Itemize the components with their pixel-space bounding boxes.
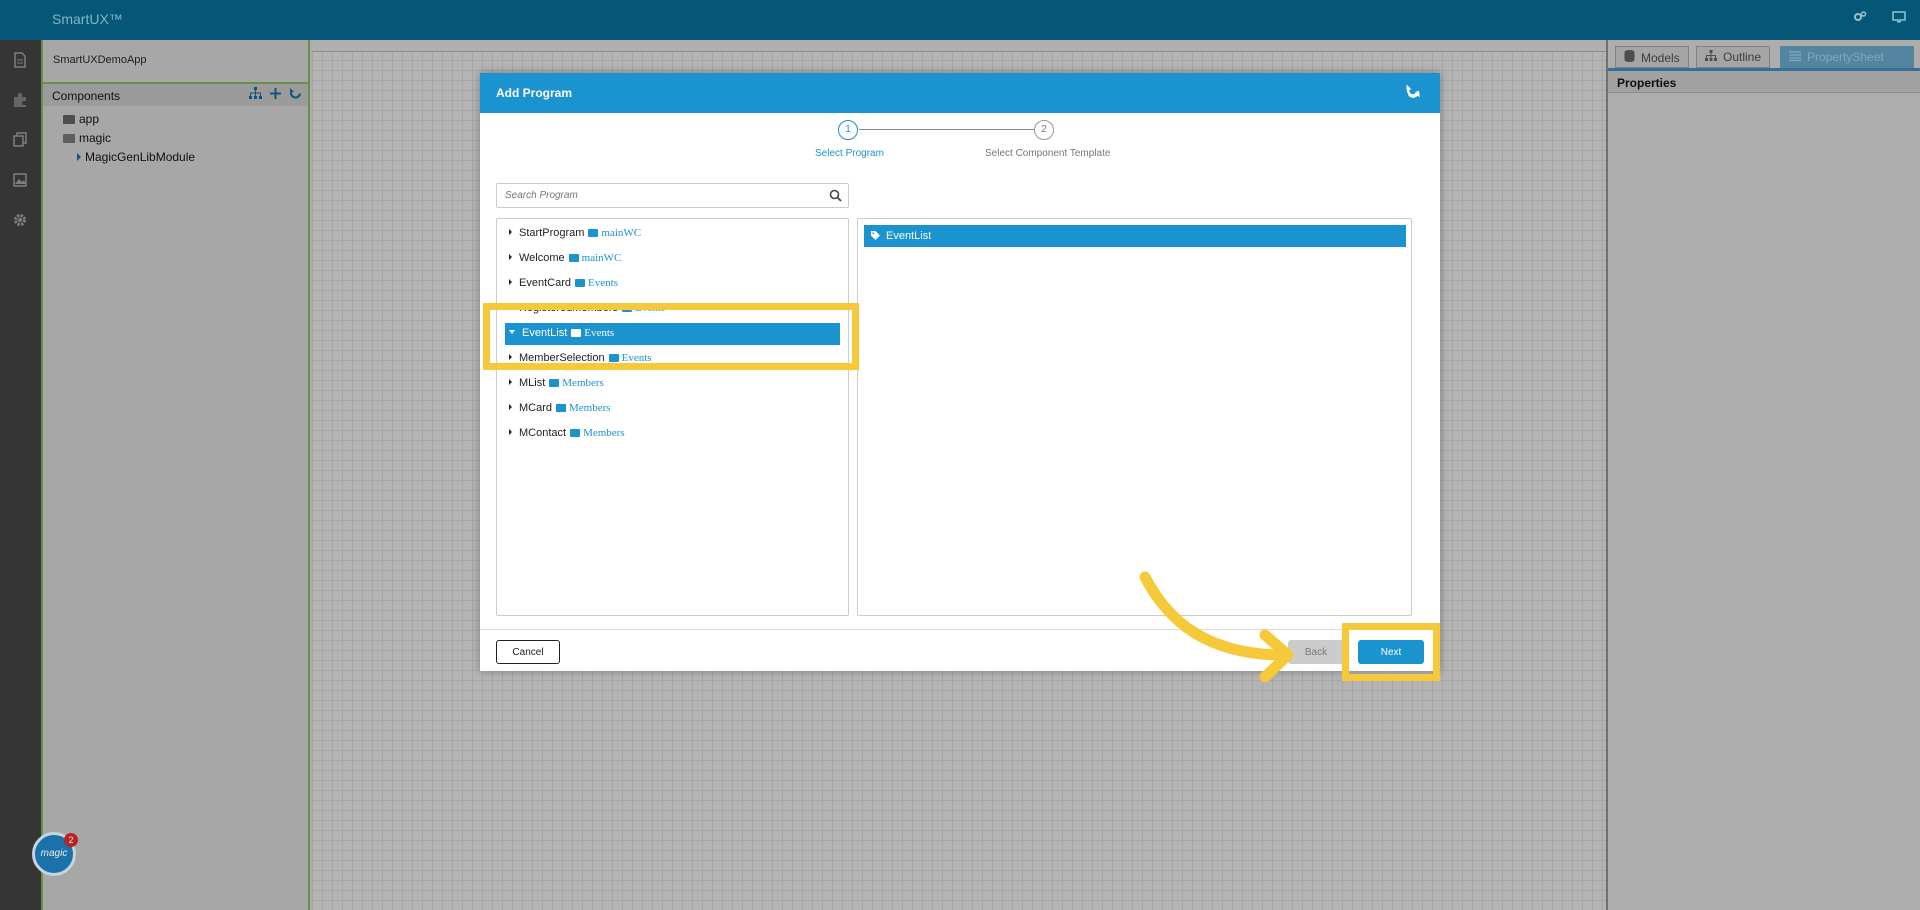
- tree-item-magicgenlibmodule[interactable]: MagicGenLibModule: [77, 150, 195, 164]
- components-header: Components: [43, 82, 308, 106]
- sitemap-icon: [1705, 50, 1717, 64]
- caret-right-icon: [509, 379, 512, 385]
- database-icon: [1624, 50, 1635, 65]
- puzzle-icon[interactable]: [10, 92, 30, 112]
- list-item-selected[interactable]: EventList Events: [505, 323, 840, 345]
- app-name: SmartUXDemoApp: [53, 54, 147, 66]
- tree-item-app[interactable]: app: [63, 112, 99, 126]
- list-item[interactable]: EventCard Events: [505, 273, 840, 295]
- caret-down-icon: [509, 330, 515, 334]
- list-item[interactable]: Welcome mainWC: [505, 248, 840, 270]
- folder-icon: [568, 254, 579, 262]
- copy-icon[interactable]: [10, 132, 30, 152]
- list-item[interactable]: MList Members: [505, 373, 840, 395]
- step-1-label: Select Program: [815, 148, 884, 159]
- list-item[interactable]: MemberSelection Events: [505, 348, 840, 370]
- step-2-circle: 2: [1034, 120, 1054, 140]
- caret-right-icon: [509, 404, 512, 410]
- next-button[interactable]: Next: [1358, 640, 1424, 664]
- list-icon: [1789, 50, 1801, 64]
- caret-right-icon: [509, 354, 512, 360]
- folder-icon: [588, 229, 599, 237]
- program-list: StartProgram mainWC Welcome mainWC EventCa…: [496, 218, 849, 616]
- caret-right-icon: [77, 153, 81, 161]
- list-item[interactable]: MContact Members: [505, 423, 840, 445]
- tab-models[interactable]: Models: [1615, 46, 1689, 68]
- properties-header: Properties: [1608, 71, 1920, 93]
- monitor-icon[interactable]: [1889, 10, 1909, 30]
- template-panel: EventList: [857, 218, 1412, 616]
- back-button[interactable]: Back: [1288, 640, 1344, 664]
- notification-badge: 2: [64, 833, 78, 847]
- selected-program-row[interactable]: EventList: [864, 225, 1406, 247]
- folder-icon: [571, 329, 582, 337]
- add-program-dialog: Add Program 1 2 Select Program Select Co…: [480, 73, 1440, 671]
- folder-icon: [570, 429, 581, 437]
- dialog-header: Add Program: [480, 73, 1440, 113]
- tag-icon: [871, 231, 880, 240]
- search-program-input[interactable]: [497, 184, 817, 207]
- list-item[interactable]: MCard Members: [505, 398, 840, 420]
- caret-right-icon: [509, 254, 512, 260]
- image-icon[interactable]: [10, 172, 30, 192]
- top-bar: SmartUX™: [0, 0, 1920, 40]
- folder-icon: [608, 354, 619, 362]
- file-icon[interactable]: [10, 52, 30, 72]
- refresh-icon[interactable]: [1404, 83, 1422, 101]
- properties-title: Properties: [1617, 76, 1677, 90]
- tab-outline[interactable]: Outline: [1696, 46, 1771, 68]
- left-rail: [0, 40, 41, 910]
- folder-icon: [63, 115, 75, 124]
- caret-right-icon: [509, 279, 512, 285]
- dialog-title: Add Program: [496, 86, 573, 100]
- components-title: Components: [52, 89, 121, 103]
- ruler: [312, 40, 1606, 52]
- search-box: [496, 183, 849, 208]
- tab-propertysheet[interactable]: PropertySheet: [1780, 46, 1914, 68]
- caret-right-icon: [509, 429, 512, 435]
- footer-divider: [480, 629, 1440, 630]
- app-brand: SmartUX™: [52, 11, 123, 27]
- list-item[interactable]: StartProgram mainWC: [505, 223, 840, 245]
- right-panel: Models Outline PropertySheet Properties: [1606, 40, 1920, 910]
- search-icon[interactable]: [829, 189, 842, 202]
- folder-icon: [622, 304, 633, 312]
- caret-right-icon: [509, 304, 512, 310]
- step-1-circle: 1: [838, 120, 858, 140]
- add-icon[interactable]: [267, 87, 283, 103]
- folder-icon: [574, 279, 585, 287]
- folder-icon: [549, 379, 560, 387]
- sitemap-icon[interactable]: [247, 87, 263, 103]
- gear-icon[interactable]: [10, 212, 30, 232]
- step-2-label: Select Component Template: [985, 148, 1111, 159]
- list-item[interactable]: RegisteredMembers Events: [505, 298, 840, 320]
- cancel-button[interactable]: Cancel: [496, 640, 560, 664]
- left-panel: SmartUXDemoApp Components app magic Magi…: [41, 40, 310, 910]
- folder-icon: [556, 404, 567, 412]
- folder-open-icon: [63, 134, 75, 143]
- settings-cogs-icon[interactable]: [1850, 10, 1870, 30]
- caret-right-icon: [509, 229, 512, 235]
- step-connector: [859, 129, 1035, 130]
- refresh-icon[interactable]: [287, 87, 303, 103]
- tree-item-magic[interactable]: magic: [63, 131, 111, 145]
